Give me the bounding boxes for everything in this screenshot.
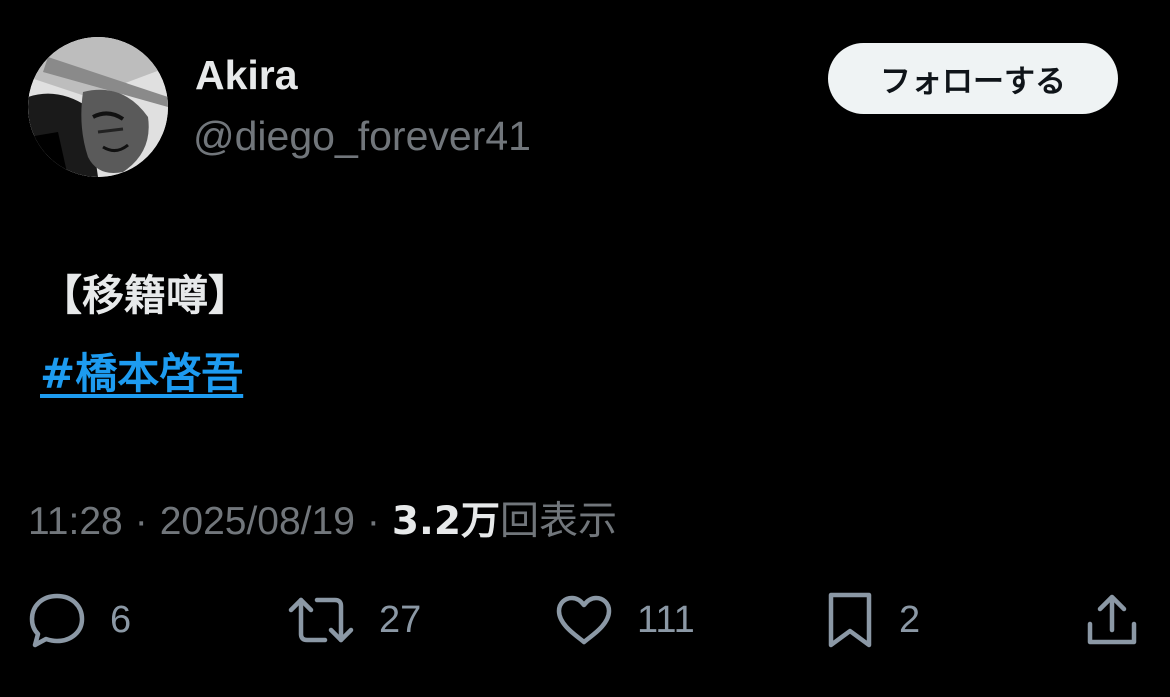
tweet-text: 【移籍噂】 (40, 271, 251, 320)
share-icon (1087, 594, 1137, 645)
tweet-time[interactable]: 11:28 (28, 500, 123, 544)
meta-separator: · (134, 500, 148, 543)
bookmark-icon (828, 592, 872, 648)
like-button[interactable]: 111 (555, 590, 695, 650)
heart-icon (556, 595, 612, 645)
views-label: 回表示 (500, 499, 618, 544)
display-name[interactable]: Akira (195, 52, 298, 99)
like-count: 111 (637, 598, 695, 641)
meta-separator: · (366, 500, 380, 543)
bookmark-count: 2 (899, 598, 921, 641)
reply-icon (29, 593, 85, 648)
reply-count: 6 (110, 598, 132, 641)
retweet-icon (288, 597, 354, 643)
hashtag-link[interactable]: #橋本啓吾 (40, 340, 243, 401)
tweet-date[interactable]: 2025/08/19 (160, 500, 355, 544)
bookmark-button[interactable]: 2 (825, 590, 920, 650)
avatar-image (28, 37, 168, 177)
retweet-count: 27 (379, 598, 422, 641)
user-handle[interactable]: @diego_forever41 (193, 113, 531, 160)
retweet-button[interactable]: 27 (287, 590, 421, 650)
share-button[interactable] (1084, 590, 1140, 650)
reply-button[interactable]: 6 (28, 590, 131, 650)
follow-button[interactable]: フォローする (828, 43, 1118, 114)
tweet-meta: 11:28 · 2025/08/19 · 3.2万 回表示 (28, 490, 617, 546)
avatar[interactable] (28, 37, 168, 177)
views-count: 3.2万 (391, 499, 500, 544)
